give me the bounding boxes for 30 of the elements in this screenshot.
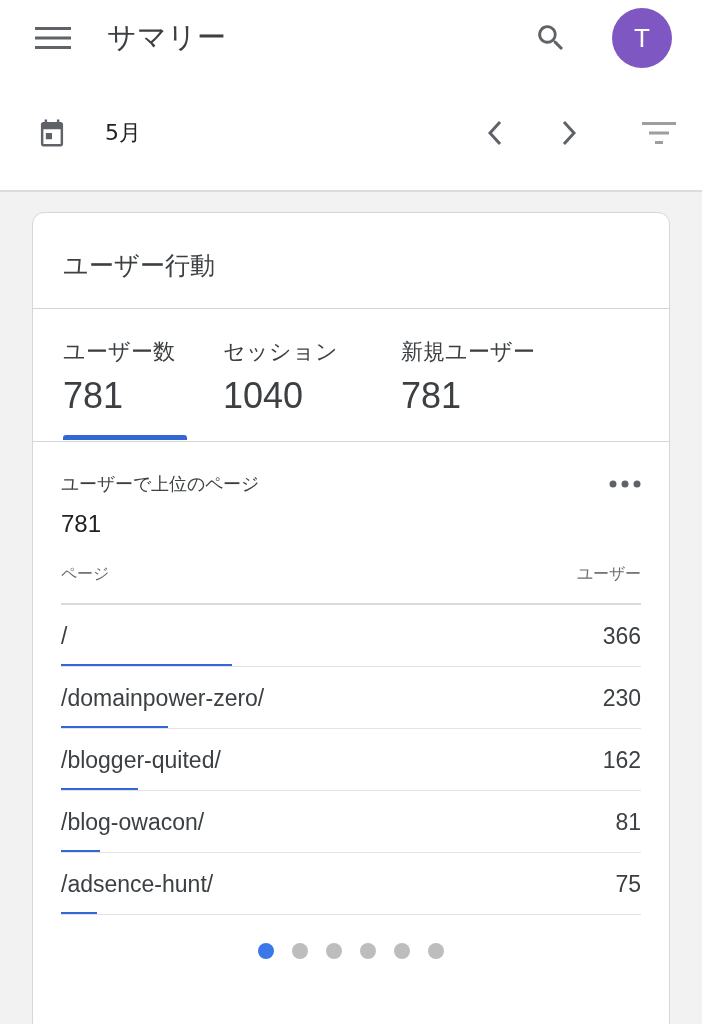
user-count: 75 — [615, 871, 641, 898]
avatar[interactable]: T — [612, 8, 672, 68]
page-dot[interactable] — [258, 943, 274, 959]
page-path: /adsence-hunt/ — [61, 871, 214, 898]
user-count: 162 — [602, 747, 641, 774]
page-title: サマリー — [107, 19, 227, 56]
more-icon[interactable] — [609, 480, 641, 488]
metric-tab[interactable]: セッション 1040 — [223, 309, 347, 441]
page-dot[interactable] — [292, 943, 308, 959]
column-header: ページ — [61, 564, 109, 585]
page-dot[interactable] — [360, 943, 376, 959]
metric-tab[interactable]: ユーザー数 781 — [63, 309, 187, 441]
column-header: ユーザー — [577, 564, 641, 585]
user-count: 81 — [615, 809, 641, 836]
page-path: / — [61, 623, 68, 650]
page-dot[interactable] — [428, 943, 444, 959]
page-dot[interactable] — [394, 943, 410, 959]
user-count: 366 — [602, 623, 641, 650]
filter-icon[interactable] — [642, 121, 676, 145]
date-label: 5月 — [105, 119, 142, 147]
page-dot[interactable] — [326, 943, 342, 959]
user-count: 230 — [602, 685, 641, 712]
panel-title: ユーザーで上位のページ — [61, 472, 259, 496]
menu-icon[interactable] — [35, 26, 71, 50]
page-path: /blogger-quited/ — [61, 747, 221, 774]
page-path: /domainpower-zero/ — [61, 685, 265, 712]
page-path: /blog-owacon/ — [61, 809, 205, 836]
card-title: ユーザー行動 — [33, 213, 669, 309]
metric-tab[interactable]: 新規ユーザー 781 — [401, 309, 535, 441]
total-value: 781 — [61, 510, 103, 538]
